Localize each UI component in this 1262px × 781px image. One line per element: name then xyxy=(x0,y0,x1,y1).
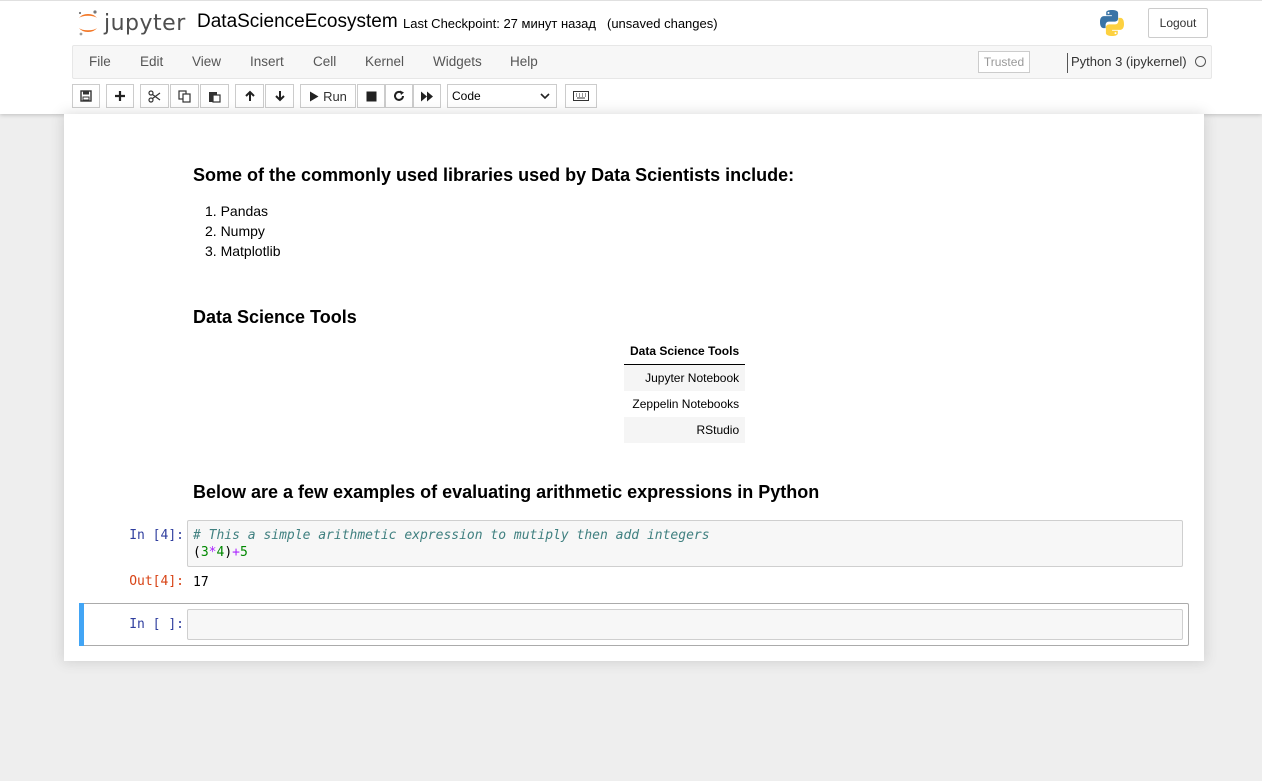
code-token: 5 xyxy=(239,545,248,560)
logout-button[interactable]: Logout xyxy=(1148,8,1208,38)
play-icon xyxy=(310,91,319,101)
libraries-heading: Some of the commonly used libraries used… xyxy=(193,165,795,185)
logo-text: jupyter xyxy=(104,10,186,36)
header: jupyter DataScienceEcosystem Last Checkp… xyxy=(0,0,1262,114)
save-icon xyxy=(80,90,92,102)
code-token: ( xyxy=(193,545,201,560)
paste-icon xyxy=(209,91,221,103)
menubar: File Edit View Insert Cell Kernel Widget… xyxy=(72,45,1212,79)
tools-table: Data Science Tools Jupyter Notebook Zepp… xyxy=(624,338,746,443)
list-item: 1. Pandas xyxy=(205,203,269,219)
save-button[interactable] xyxy=(72,84,100,108)
code-cell-input[interactable]: # This a simple arithmetic expression to… xyxy=(187,520,1183,567)
menu-kernel[interactable]: Kernel xyxy=(365,54,404,69)
arrow-down-icon xyxy=(274,91,285,102)
table-header: Data Science Tools xyxy=(624,338,746,365)
stop-icon xyxy=(366,91,376,101)
trusted-indicator[interactable]: Trusted xyxy=(978,51,1030,73)
list-item: 3. Matplotlib xyxy=(205,243,281,259)
fast-forward-icon xyxy=(421,91,433,101)
table-row: Jupyter Notebook xyxy=(624,364,746,391)
kernel-separator xyxy=(1067,53,1068,73)
arithmetic-heading: Below are a few examples of evaluating a… xyxy=(193,482,820,502)
autosave-status: (unsaved changes) xyxy=(607,16,718,31)
jupyter-logo-icon xyxy=(78,10,97,36)
code-line: # This a simple arithmetic expression to… xyxy=(193,527,1177,544)
cell-type-value: Code xyxy=(452,89,481,103)
toolbar: Run Code xyxy=(0,82,1262,112)
arrow-up-icon xyxy=(244,90,255,101)
keyboard-icon xyxy=(573,91,589,101)
python-icon xyxy=(1097,8,1127,41)
kernel-idle-icon xyxy=(1195,56,1206,67)
copy-icon xyxy=(178,89,191,103)
insert-cell-button[interactable] xyxy=(106,84,134,108)
list-item: 2. Numpy xyxy=(205,223,265,239)
menu-cell[interactable]: Cell xyxy=(313,54,336,69)
selected-cell-bar xyxy=(79,603,84,646)
command-palette-button[interactable] xyxy=(565,84,597,108)
code-comment: # This a simple arithmetic expression to… xyxy=(193,528,710,543)
move-down-button[interactable] xyxy=(265,84,294,108)
table-row: Zeppelin Notebooks xyxy=(624,391,745,417)
cut-icon xyxy=(148,89,161,103)
out-prompt: Out[4]: xyxy=(129,574,184,589)
plus-icon xyxy=(115,91,125,101)
paste-button[interactable] xyxy=(200,84,229,108)
table-cell: Zeppelin Notebooks xyxy=(632,396,740,411)
menu-edit[interactable]: Edit xyxy=(140,54,163,69)
cell-output: 17 xyxy=(193,575,209,590)
menu-file[interactable]: File xyxy=(89,54,111,69)
code-token: ) xyxy=(224,545,233,560)
table-cell: Jupyter Notebook xyxy=(624,364,746,391)
copy-button[interactable] xyxy=(170,84,199,108)
code-token: + xyxy=(232,545,240,560)
code-line: (3*4)+5 xyxy=(193,544,1177,561)
kernel-name[interactable]: Python 3 (ipykernel) xyxy=(1071,54,1187,69)
code-token: 3 xyxy=(200,545,209,560)
menu-view[interactable]: View xyxy=(192,54,221,69)
chevron-down-icon xyxy=(540,92,550,99)
restart-icon xyxy=(394,90,404,101)
menu-help[interactable]: Help xyxy=(510,54,538,69)
cell-type-select[interactable]: Code xyxy=(447,84,557,108)
menu-insert[interactable]: Insert xyxy=(250,54,284,69)
in-prompt: In [ ]: xyxy=(129,617,184,632)
jupyter-logo[interactable]: jupyter xyxy=(76,9,186,37)
interrupt-button[interactable] xyxy=(357,84,385,108)
table-row: RStudio xyxy=(624,416,746,443)
notebook-container: Some of the commonly used libraries used… xyxy=(64,114,1204,661)
move-up-button[interactable] xyxy=(235,84,264,108)
run-button[interactable]: Run xyxy=(300,84,356,108)
libraries-list: 1. Pandas 2. Numpy 3. Matplotlib xyxy=(205,201,280,261)
checkpoint-status: Last Checkpoint: 27 минут назад xyxy=(403,16,597,31)
empty-code-cell-input[interactable] xyxy=(187,609,1183,640)
menu-widgets[interactable]: Widgets xyxy=(433,54,482,69)
cut-button[interactable] xyxy=(140,84,169,108)
tools-heading: Data Science Tools xyxy=(193,307,357,327)
restart-button[interactable] xyxy=(385,84,413,108)
run-label: Run xyxy=(323,88,347,104)
restart-run-all-button[interactable] xyxy=(413,84,441,108)
in-prompt: In [4]: xyxy=(129,528,184,543)
notebook-name[interactable]: DataScienceEcosystem xyxy=(197,11,398,33)
topbar: jupyter DataScienceEcosystem Last Checkp… xyxy=(0,0,1262,45)
table-cell: RStudio xyxy=(624,416,746,443)
